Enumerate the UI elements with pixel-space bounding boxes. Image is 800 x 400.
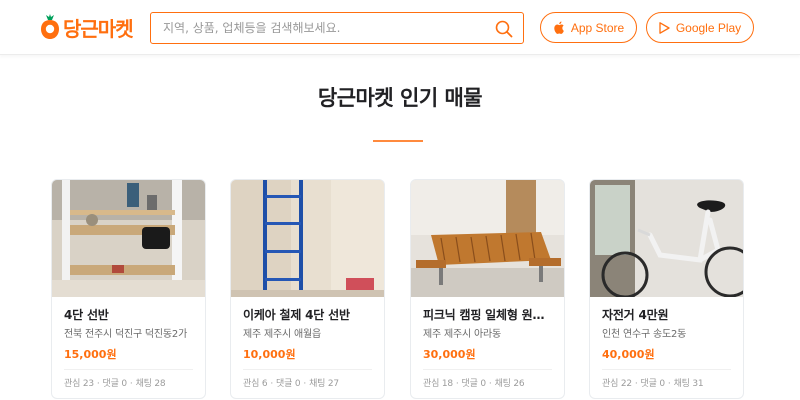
top-header: 당근마켓 App Store Google Play	[0, 0, 800, 55]
product-price: 30,000원	[423, 348, 476, 361]
product-image	[231, 180, 384, 297]
likes-count: 관심 22	[602, 379, 632, 389]
product-stats: 관심 23 · 댓글 0 · 채팅 28	[64, 379, 166, 389]
likes-count: 관심 6	[243, 379, 268, 389]
chats-count: 채팅 28	[135, 379, 166, 389]
google-play-icon	[659, 21, 670, 34]
product-image	[411, 180, 564, 297]
product-stats: 관심 18 · 댓글 0 · 채팅 26	[423, 379, 525, 389]
product-region: 전북 전주시 덕진구 덕진동2가	[64, 329, 188, 340]
apple-icon	[553, 21, 565, 34]
product-title[interactable]: 이케아 철제 4단 선반	[243, 307, 372, 323]
page-title: 당근마켓 인기 매물	[317, 86, 483, 110]
likes-count: 관심 23	[64, 379, 94, 389]
title-underline	[373, 140, 423, 142]
carrot-logo-icon	[40, 14, 60, 40]
card-divider	[64, 369, 193, 370]
google-play-label: Google Play	[675, 20, 742, 35]
product-price: 15,000원	[64, 348, 117, 361]
card-divider	[243, 369, 372, 370]
comments-count: 댓글 0	[461, 379, 487, 389]
likes-count: 관심 18	[423, 379, 453, 389]
product-price: 10,000원	[243, 348, 296, 361]
product-title[interactable]: 4단 선반	[64, 307, 193, 323]
chats-count: 채팅 31	[673, 379, 704, 389]
logo[interactable]: 당근마켓	[40, 12, 134, 42]
product-card[interactable]: 피크닉 캠핑 일체형 원목… 제주 제주시 아라동 30,000원 관심 18 ·…	[410, 179, 565, 399]
search-icon[interactable]	[495, 20, 513, 38]
logo-text: 당근마켓	[63, 16, 134, 41]
product-region: 제주 제주시 아라동	[423, 329, 501, 340]
search-bar[interactable]	[150, 12, 524, 44]
app-store-label: App Store	[570, 20, 625, 35]
comments-count: 댓글 0	[640, 379, 666, 389]
product-title[interactable]: 자전거 4만원	[602, 307, 731, 323]
card-divider	[602, 369, 731, 370]
comments-count: 댓글 0	[102, 379, 128, 389]
search-input[interactable]	[151, 14, 471, 42]
google-play-button[interactable]: Google Play	[646, 12, 754, 43]
product-image	[52, 180, 205, 297]
product-image	[590, 180, 743, 297]
chats-count: 채팅 27	[309, 379, 339, 389]
product-region: 제주 제주시 애월읍	[243, 329, 321, 340]
comments-count: 댓글 0	[276, 379, 301, 389]
product-title[interactable]: 피크닉 캠핑 일체형 원목…	[423, 307, 552, 323]
chats-count: 채팅 26	[494, 379, 525, 389]
product-stats: 관심 6 · 댓글 0 · 채팅 27	[243, 379, 339, 389]
app-store-button[interactable]: App Store	[540, 12, 637, 43]
product-card[interactable]: 자전거 4만원 인천 연수구 송도2동 40,000원 관심 22 · 댓글 0 · 채…	[589, 179, 744, 399]
product-card[interactable]: 4단 선반 전북 전주시 덕진구 덕진동2가 15,000원 관심 23 · 댓글 …	[51, 179, 206, 399]
product-region: 인천 연수구 송도2동	[602, 329, 687, 340]
product-price: 40,000원	[602, 348, 655, 361]
product-card[interactable]: 이케아 철제 4단 선반 제주 제주시 애월읍 10,000원 관심 6 · 댓글 …	[230, 179, 385, 399]
product-stats: 관심 22 · 댓글 0 · 채팅 31	[602, 379, 704, 389]
card-divider	[423, 369, 552, 370]
